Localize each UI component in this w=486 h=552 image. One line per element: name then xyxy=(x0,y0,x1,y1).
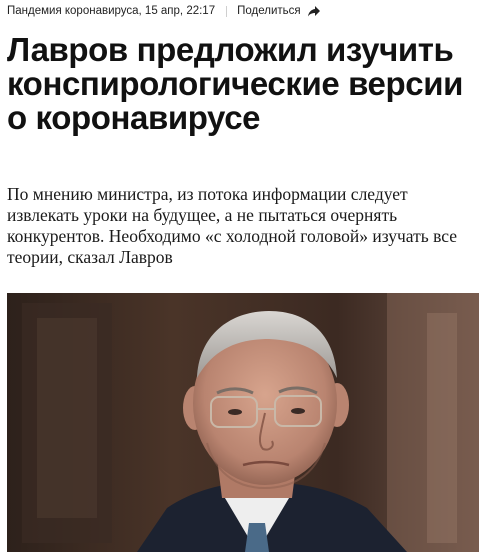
article-photo xyxy=(7,293,479,552)
meta-divider xyxy=(226,5,228,17)
share-label: Поделиться xyxy=(237,5,301,17)
article-headline: Лавров предложил изучить конспирологичес… xyxy=(7,31,463,136)
publish-datetime: , 15 апр, 22:17 xyxy=(138,5,216,17)
article-lead: По мнению министра, из потока информации… xyxy=(7,184,458,267)
portrait-illustration xyxy=(7,293,479,552)
share-arrow-icon xyxy=(307,5,321,17)
rubric-link[interactable]: Пандемия коронавируса xyxy=(7,5,139,17)
article-meta: Пандемия коронавируса , 15 апр, 22:17 По… xyxy=(7,1,321,21)
share-button[interactable]: Поделиться xyxy=(237,5,321,17)
